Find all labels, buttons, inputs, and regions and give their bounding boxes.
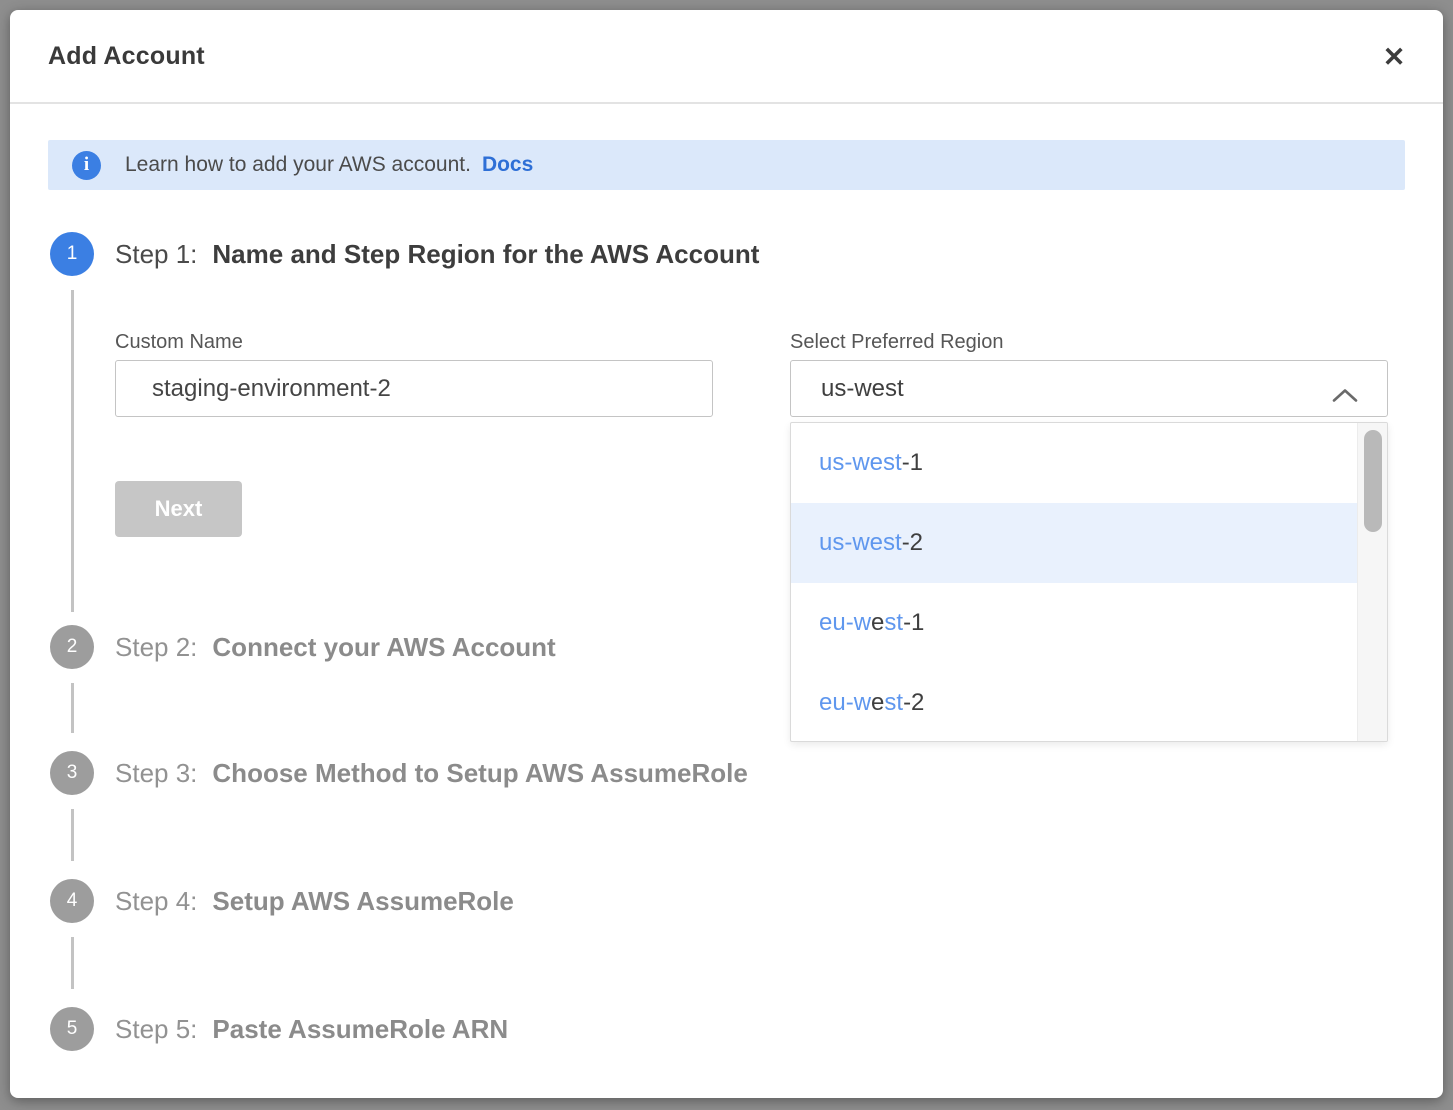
custom-name-input[interactable] (115, 360, 713, 417)
step-5-number: 5 (67, 1018, 78, 1040)
dropdown-option-us-west-2[interactable]: us-west-2 (791, 503, 1387, 583)
option-match-text: us-west (819, 529, 902, 557)
step-5-badge: 5 (50, 1007, 94, 1051)
step-3-number: 3 (67, 762, 78, 784)
option-match-text: st (884, 609, 903, 637)
step-3-title: Choose Method to Setup AWS AssumeRole (212, 758, 747, 789)
step-5-title: Paste AssumeRole ARN (212, 1014, 508, 1045)
docs-banner: i Learn how to add your AWS account. Doc… (48, 140, 1405, 190)
option-match-text: eu-w (819, 609, 871, 637)
step-1-heading: Step 1: Name and Step Region for the AWS… (115, 232, 759, 276)
page-title: Add Account (48, 10, 205, 102)
region-label: Select Preferred Region (790, 331, 1003, 354)
step-2-badge: 2 (50, 625, 94, 669)
docs-link[interactable]: Docs (482, 153, 533, 177)
chevron-up-icon (1331, 382, 1359, 410)
option-match-text: eu-w (819, 689, 871, 717)
step-5-heading: Step 5: Paste AssumeRole ARN (115, 1007, 508, 1051)
region-dropdown-list: us-west-1us-west-2eu-west-1eu-west-2 (790, 422, 1388, 742)
modal-header: Add Account ✕ (10, 10, 1443, 104)
step-1-prefix: Step 1: (115, 239, 197, 270)
step-2-number: 2 (67, 636, 78, 658)
step-connector-4-5 (71, 937, 74, 989)
option-rest-text: e (871, 609, 884, 637)
custom-name-label: Custom Name (115, 331, 243, 354)
option-match-text: st (884, 689, 903, 717)
info-icon: i (72, 151, 101, 180)
option-rest-text: -1 (902, 449, 923, 477)
option-rest-text: e (871, 689, 884, 717)
step-4-prefix: Step 4: (115, 886, 197, 917)
step-2-heading: Step 2: Connect your AWS Account (115, 625, 556, 669)
step-connector-3-4 (71, 809, 74, 861)
step-4-heading: Step 4: Setup AWS AssumeRole (115, 879, 514, 923)
step-4-number: 4 (67, 890, 78, 912)
option-rest-text: -2 (902, 529, 923, 557)
step-4-badge: 4 (50, 879, 94, 923)
dropdown-option-eu-west-1[interactable]: eu-west-1 (791, 583, 1387, 663)
banner-text: Learn how to add your AWS account. (125, 153, 471, 177)
option-rest-text: -1 (903, 609, 924, 637)
step-1-number: 1 (67, 243, 78, 265)
step-1-title: Name and Step Region for the AWS Account (212, 239, 759, 270)
step-3-prefix: Step 3: (115, 758, 197, 789)
step-3-heading: Step 3: Choose Method to Setup AWS Assum… (115, 751, 748, 795)
option-match-text: us-west (819, 449, 902, 477)
region-select-value: us-west (821, 375, 904, 403)
step-connector-1-2 (71, 290, 74, 612)
step-4-title: Setup AWS AssumeRole (212, 886, 513, 917)
dropdown-option-eu-west-2[interactable]: eu-west-2 (791, 663, 1387, 742)
region-select[interactable]: us-west (790, 360, 1388, 417)
step-connector-2-3 (71, 683, 74, 733)
step-5-prefix: Step 5: (115, 1014, 197, 1045)
close-button[interactable]: ✕ (1375, 38, 1413, 76)
step-3-badge: 3 (50, 751, 94, 795)
next-button[interactable]: Next (115, 481, 242, 537)
add-account-modal: Add Account ✕ i Learn how to add your AW… (10, 10, 1443, 1098)
dropdown-options: us-west-1us-west-2eu-west-1eu-west-2 (791, 423, 1387, 742)
option-rest-text: -2 (903, 689, 924, 717)
step-2-prefix: Step 2: (115, 632, 197, 663)
dropdown-option-us-west-1[interactable]: us-west-1 (791, 423, 1387, 503)
step-1-badge: 1 (50, 232, 94, 276)
dropdown-scrollbar-thumb[interactable] (1364, 430, 1382, 532)
close-icon: ✕ (1383, 42, 1406, 73)
step-2-title: Connect your AWS Account (212, 632, 555, 663)
dropdown-scrollbar-track[interactable] (1357, 423, 1387, 741)
